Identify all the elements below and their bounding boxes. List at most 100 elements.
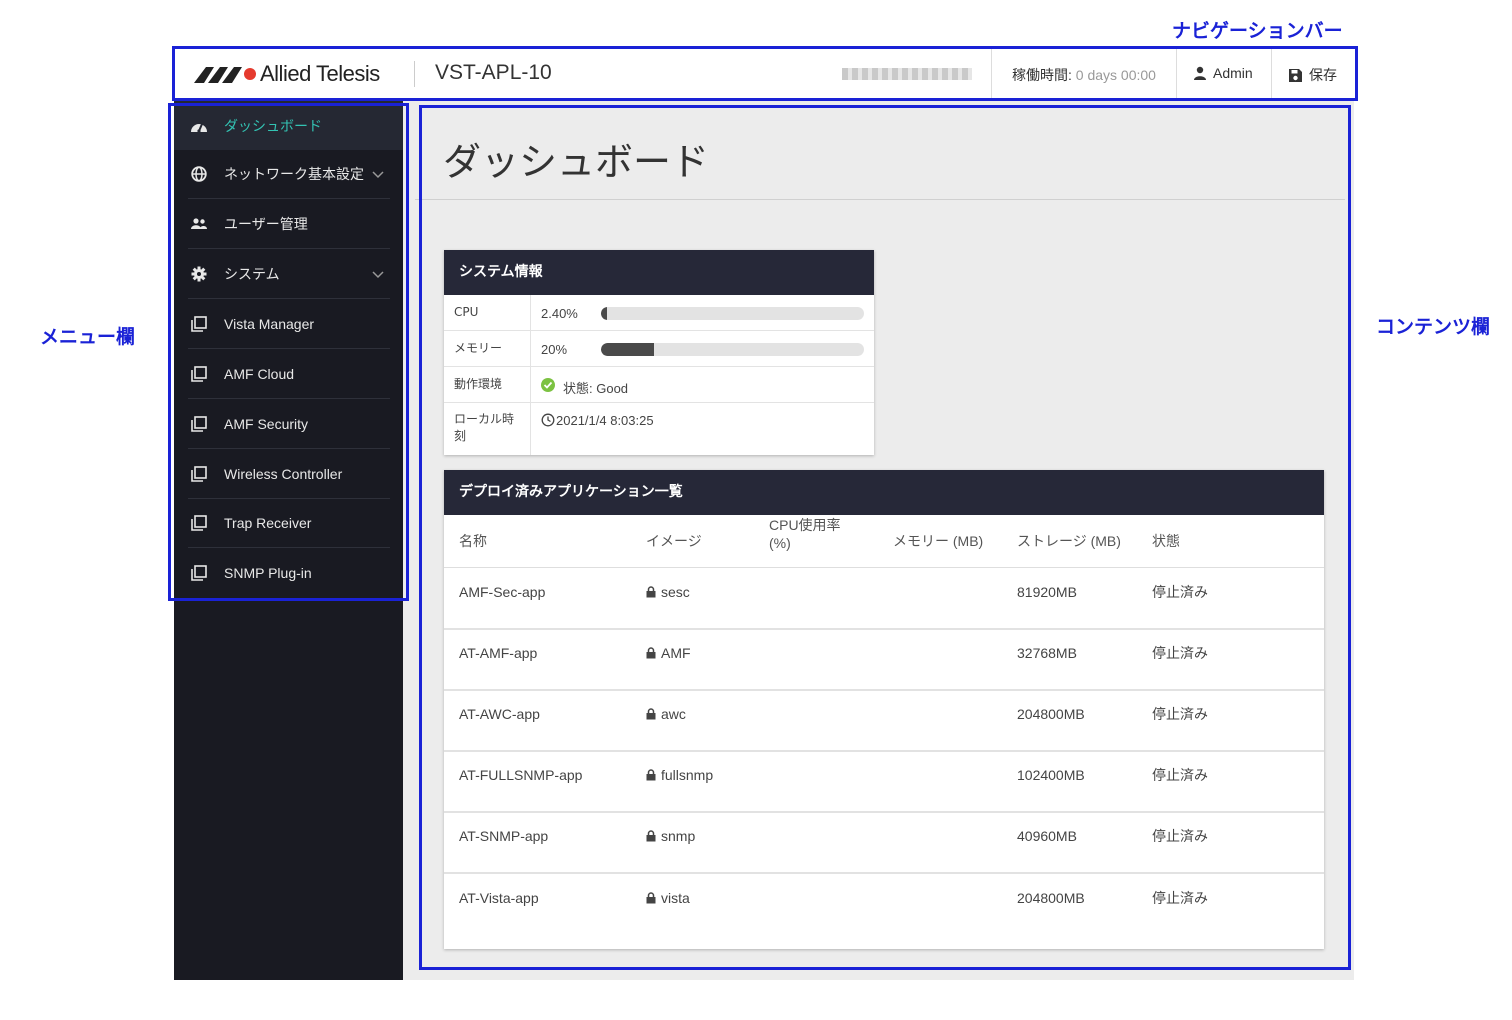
app-image-name: awc (661, 706, 686, 722)
app-storage: 204800MB (1017, 889, 1085, 906)
app-status: 停止済み (1137, 750, 1324, 813)
navigation-bar: Allied Telesis VST-APL-10 稼働時間: 0 days 0… (174, 47, 1354, 101)
divider (414, 61, 415, 87)
table-row[interactable]: AT-AMF-app AMF 32768MB 停止済み (444, 628, 1324, 691)
sidebar-item-dashboard[interactable]: ダッシュボード (188, 101, 390, 150)
app-storage: 102400MB (1002, 750, 1137, 813)
app-name: AT-Vista-app (459, 889, 539, 906)
user-menu-button[interactable]: Admin (1193, 65, 1253, 81)
sidebar-item-amf-cloud[interactable]: AMF Cloud (188, 350, 390, 399)
sidebar-item-system[interactable]: システム (188, 250, 390, 299)
app-cpu (754, 689, 878, 752)
brand-logo[interactable]: Allied Telesis (194, 61, 380, 87)
sidebar-item-label: ユーザー管理 (224, 216, 308, 232)
lock-icon (646, 586, 656, 598)
app-status: 停止済み (1137, 811, 1324, 874)
app-image-name: fullsnmp (661, 767, 714, 783)
column-header-status[interactable]: 状態 (1137, 515, 1324, 568)
table-row[interactable]: AT-FULLSNMP-app fullsnmp 102400MB 停止済み (444, 750, 1324, 813)
users-icon (190, 215, 208, 233)
globe-icon (190, 165, 208, 183)
save-button[interactable]: 保存 (1288, 65, 1337, 85)
app-image: awc (631, 689, 754, 752)
table-row[interactable]: AT-AWC-app awc 204800MB 停止済み (444, 689, 1324, 752)
brand-name: Allied Telesis (260, 61, 380, 86)
chevron-down-icon (372, 171, 384, 179)
system-info-card: システム情報 CPU 2.40% メモリー 20% 動作環境 状態: Good … (444, 250, 874, 455)
app-image-name: snmp (661, 828, 696, 844)
user-icon (1194, 66, 1206, 80)
divider (1271, 47, 1272, 101)
dashboard-icon (190, 117, 208, 135)
cpu-row: CPU 2.40% (444, 295, 874, 331)
app-storage: 81920MB (1002, 567, 1137, 630)
app-cpu (754, 567, 878, 630)
column-header-image[interactable]: イメージ (631, 515, 754, 568)
app-memory (878, 567, 1002, 630)
app-image: sesc (631, 567, 754, 630)
table-row[interactable]: AMF-Sec-app sesc 81920MB 停止済み (444, 567, 1324, 630)
sidebar-item-users[interactable]: ユーザー管理 (188, 200, 390, 249)
app-storage: 40960MB (1002, 811, 1137, 874)
app-image-name: vista (661, 889, 690, 906)
table-row[interactable]: AT-Vista-app vista 204800MB 停止済み (444, 873, 1324, 934)
app-image-name: AMF (661, 645, 691, 661)
column-header-cpu[interactable]: CPU使用率 (%) (754, 515, 878, 568)
sidebar-item-vista-manager[interactable]: Vista Manager (188, 300, 390, 349)
app-image: AMF (631, 628, 754, 691)
app-name: AT-AMF-app (444, 628, 631, 691)
app-cpu (754, 811, 878, 874)
app-memory (878, 628, 1002, 691)
app-status: 停止済み (1152, 889, 1208, 906)
divider (530, 331, 531, 366)
table-row[interactable]: AT-SNMP-app snmp 40960MB 停止済み (444, 811, 1324, 874)
sidebar-item-amf-security[interactable]: AMF Security (188, 400, 390, 449)
sidebar-item-label: Trap Receiver (224, 515, 312, 531)
app-memory (878, 750, 1002, 813)
app-image: snmp (631, 811, 754, 874)
local-time-label-line2: 刻 (454, 429, 467, 443)
floppy-disk-icon (1289, 68, 1302, 82)
divider (530, 367, 531, 402)
uptime-label: 稼働時間: (1012, 67, 1072, 83)
page-title: ダッシュボード (443, 140, 710, 184)
menu-annotation-label: メニュー欄 (40, 326, 136, 348)
app-cpu (754, 628, 878, 691)
save-label: 保存 (1309, 67, 1337, 83)
sidebar-item-network[interactable]: ネットワーク基本設定 (188, 150, 390, 199)
hostname: VST-APL-10 (435, 61, 552, 84)
column-header-memory[interactable]: メモリー (MB) (878, 515, 1002, 568)
sidebar-item-snmp-plugin[interactable]: SNMP Plug-in (188, 548, 390, 597)
app-window: Allied Telesis VST-APL-10 稼働時間: 0 days 0… (174, 47, 1354, 980)
column-header-cpu-line2: (%) (769, 535, 791, 551)
divider (530, 295, 531, 330)
sidebar-item-wireless-controller[interactable]: Wireless Controller (188, 450, 390, 499)
divider (991, 47, 992, 101)
sidebar-item-label: AMF Cloud (224, 366, 295, 382)
local-time-value: 2021/1/4 8:03:25 (556, 413, 654, 428)
content-area: ダッシュボード システム情報 CPU 2.40% メモリー 20% 動作環境 状… (403, 101, 1354, 980)
app-status: 停止済み (1137, 628, 1324, 691)
memory-progress-fill (601, 343, 654, 356)
column-header-name[interactable]: 名称 (444, 515, 631, 568)
column-header-storage[interactable]: ストレージ (MB) (1002, 515, 1137, 568)
lock-icon (646, 769, 656, 781)
lock-icon (646, 830, 656, 842)
app-memory (878, 811, 1002, 874)
cpu-progress-fill (601, 307, 608, 320)
lock-icon (646, 647, 656, 659)
uptime: 稼働時間: 0 days 00:00 (1012, 65, 1156, 85)
card-title: システム情報 (444, 250, 874, 295)
sidebar-item-trap-receiver[interactable]: Trap Receiver (188, 499, 390, 548)
memory-row: メモリー 20% (444, 331, 874, 367)
local-time-label-line1: ローカル時 (454, 412, 515, 426)
chevron-down-icon (372, 271, 384, 279)
serial-number-redacted (842, 68, 972, 80)
sidebar-item-label: ダッシュボード (224, 117, 322, 134)
divider (415, 199, 1345, 200)
app-name: AT-SNMP-app (444, 811, 631, 874)
sidebar-item-label: Wireless Controller (224, 466, 343, 482)
environment-label: 動作環境 (454, 377, 503, 391)
card-title: デプロイ済みアプリケーション一覧 (444, 470, 1324, 515)
apps-table: 名称 イメージ CPU使用率 (%) メモリー (MB) ストレージ (MB) … (444, 515, 1324, 934)
